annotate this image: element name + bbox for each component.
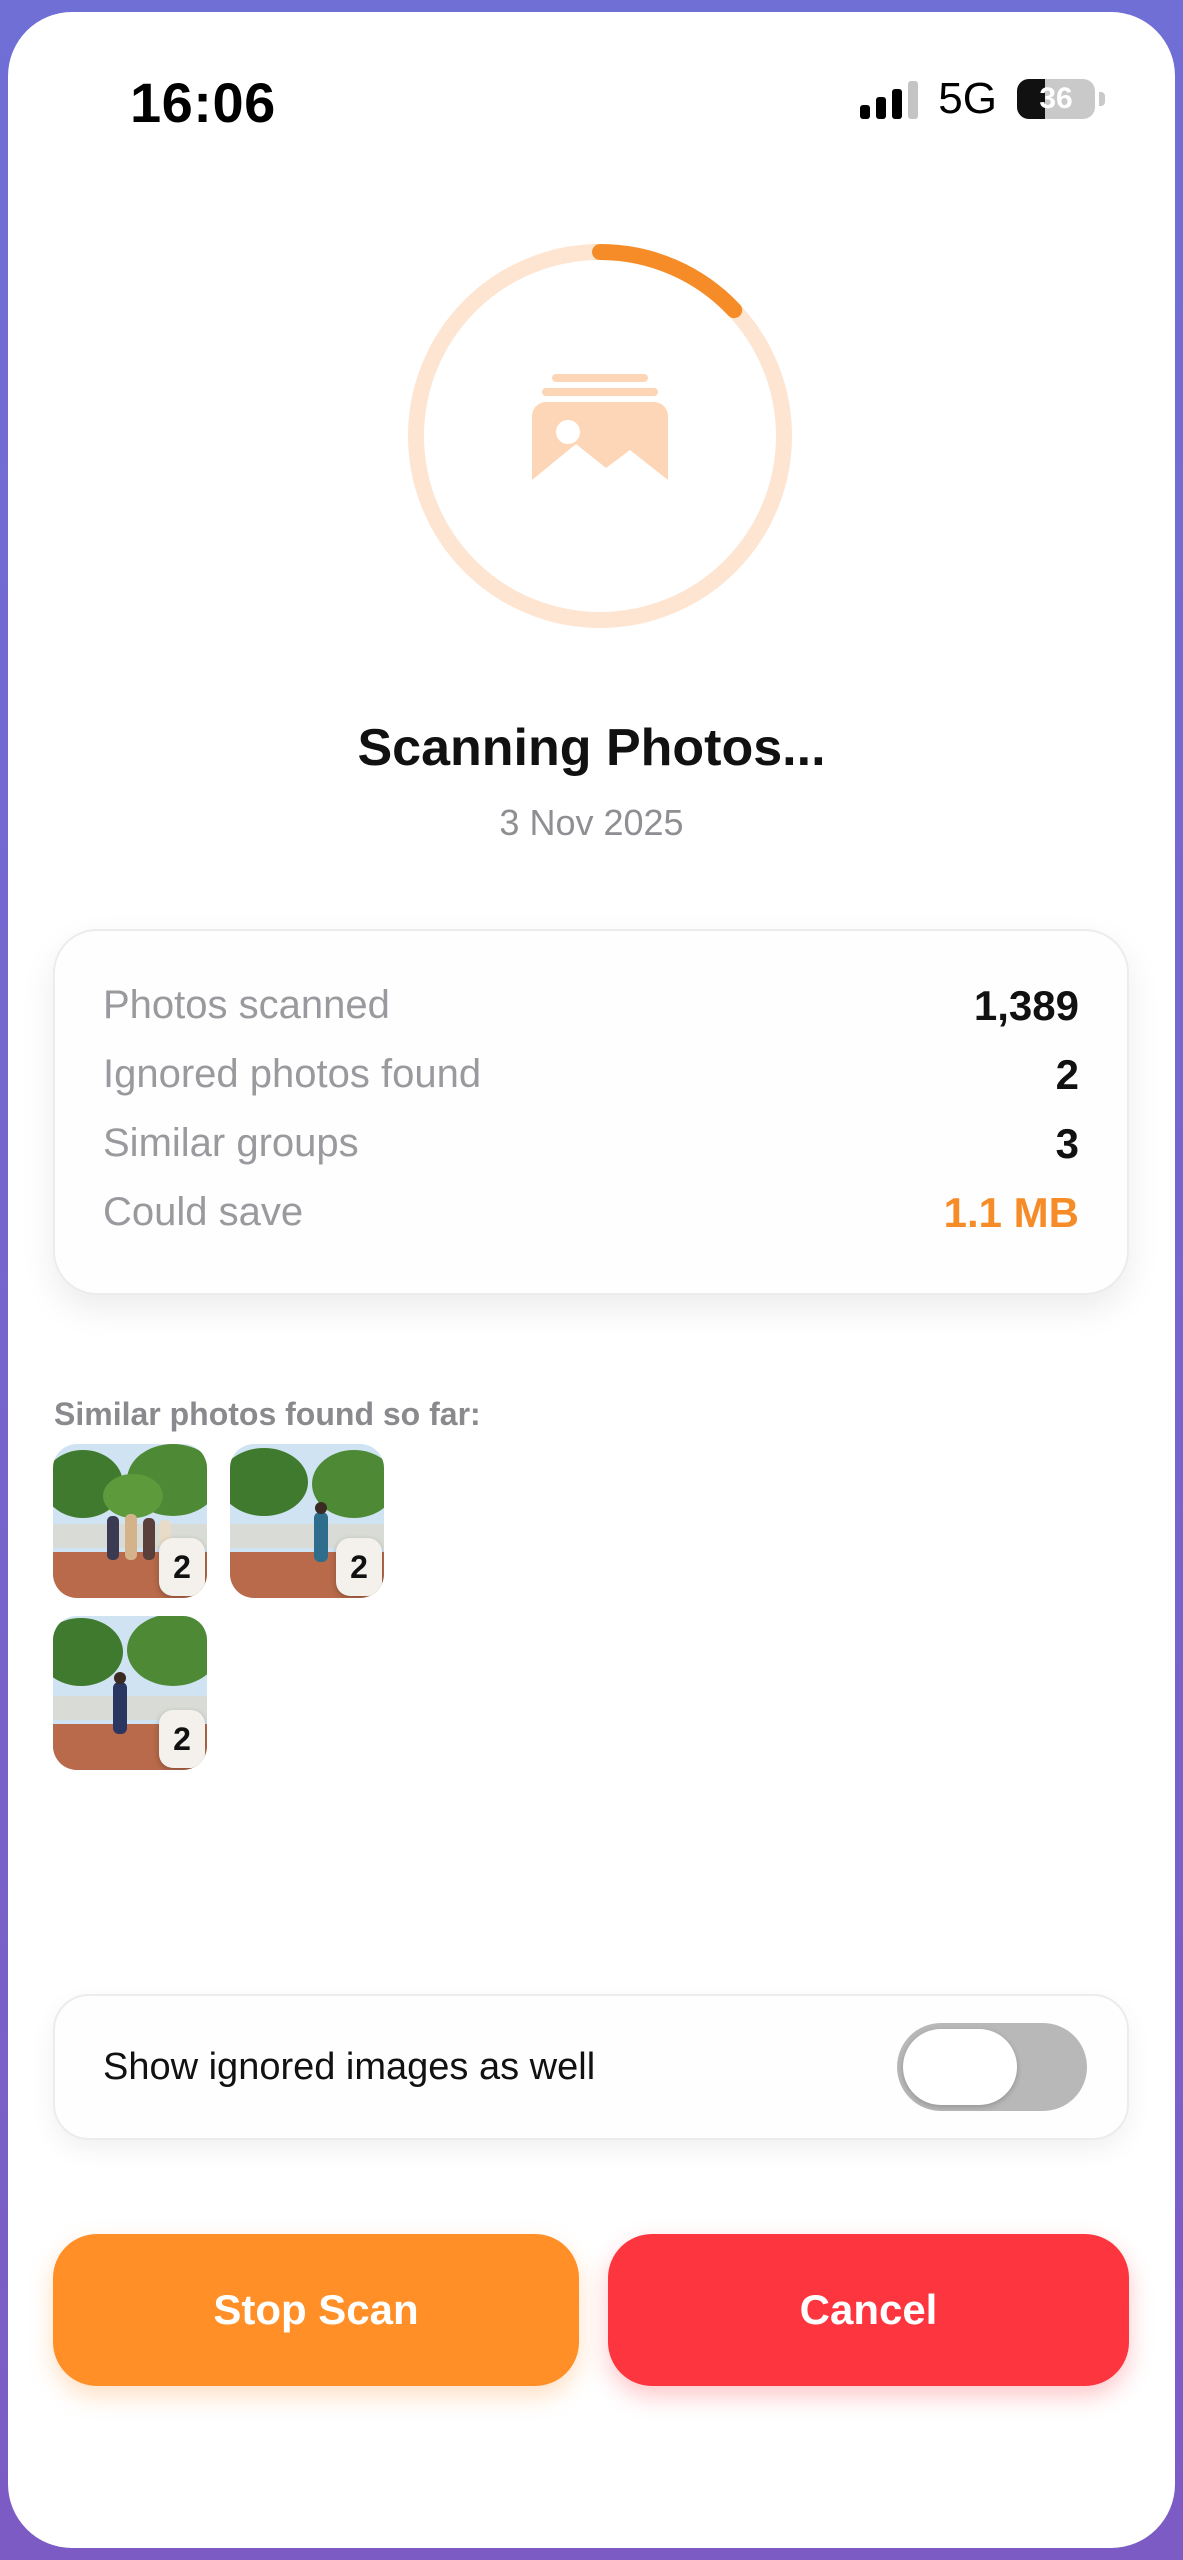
group-count-badge: 2 — [159, 1710, 205, 1768]
similar-group-thumbnail[interactable]: 2 — [53, 1616, 207, 1770]
stat-label: Photos scanned — [103, 983, 390, 1027]
similar-group-thumbnail[interactable]: 2 — [230, 1444, 384, 1598]
stat-row-could-save: Could save 1.1 MB — [103, 1178, 1079, 1247]
battery-tip — [1099, 92, 1105, 106]
stop-scan-button[interactable]: Stop Scan — [53, 2234, 579, 2386]
battery-percentage: 36 — [1039, 82, 1073, 115]
similar-group-thumbnail[interactable]: 2 — [53, 1444, 207, 1598]
photo-stack-icon — [532, 374, 668, 492]
app-screen: 16:06 5G 36 Scanning Photos... 3 Nov 202… — [8, 12, 1175, 2548]
battery-icon: 36 — [1017, 79, 1095, 119]
stat-row-similar-groups: Similar groups 3 — [103, 1109, 1079, 1178]
cellular-signal-icon — [860, 79, 919, 119]
status-icons: 5G 36 — [860, 74, 1105, 124]
scan-date: 3 Nov 2025 — [499, 802, 684, 843]
show-ignored-toggle[interactable] — [897, 2023, 1087, 2111]
stat-value: 1,389 — [973, 981, 1079, 1029]
scan-progress-ring — [400, 236, 800, 636]
group-count-badge: 2 — [159, 1538, 205, 1596]
scan-stats-card: Photos scanned 1,389 Ignored photos foun… — [53, 929, 1129, 1295]
stat-label: Ignored photos found — [103, 1052, 482, 1096]
network-type: 5G — [938, 74, 997, 123]
scan-title: Scanning Photos... — [357, 719, 826, 777]
cancel-button[interactable]: Cancel — [608, 2234, 1129, 2386]
similar-photos-heading: Similar photos found so far: — [54, 1396, 481, 1432]
stat-value: 2 — [1055, 1050, 1079, 1098]
toggle-knob — [903, 2029, 1017, 2105]
stat-label: Similar groups — [103, 1121, 359, 1165]
show-ignored-setting: Show ignored images as well — [53, 1994, 1129, 2140]
group-count-badge: 2 — [336, 1538, 382, 1596]
stat-row-photos-scanned: Photos scanned 1,389 — [103, 971, 1079, 1040]
stat-value: 3 — [1055, 1119, 1079, 1167]
stat-row-ignored-photos: Ignored photos found 2 — [103, 1040, 1079, 1109]
stat-value-savings: 1.1 MB — [943, 1188, 1079, 1236]
show-ignored-label: Show ignored images as well — [103, 2045, 596, 2088]
status-time: 16:06 — [130, 71, 276, 134]
stat-label: Could save — [103, 1190, 304, 1234]
